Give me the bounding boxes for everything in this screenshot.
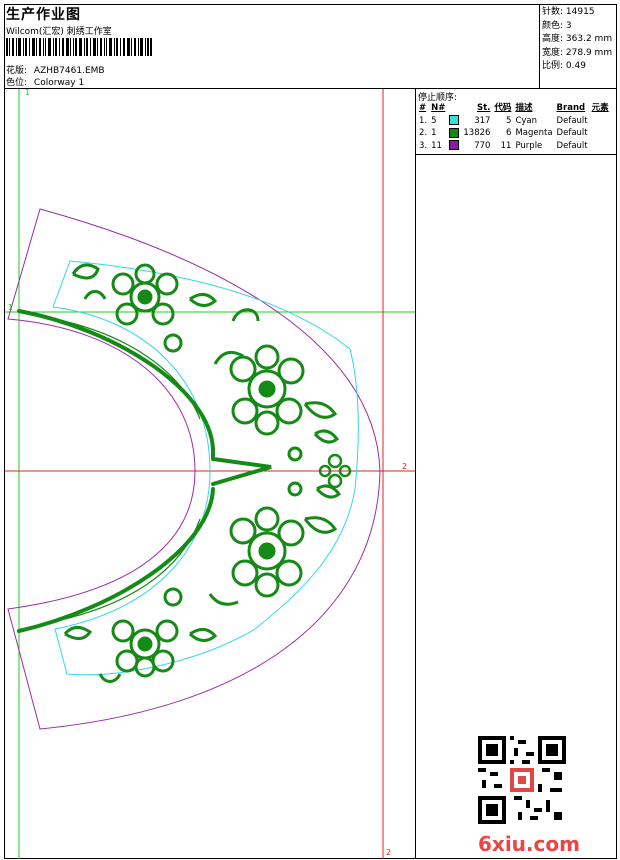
col-header: St.	[477, 103, 491, 113]
page-title: 生产作业图	[6, 7, 81, 23]
table-bottom-line	[415, 154, 617, 155]
color-swatch	[449, 115, 460, 125]
purple-cut-outline	[7, 208, 381, 730]
embroidery-flowers-upper	[71, 263, 340, 462]
stat-row: 比例: 0.49	[542, 61, 586, 71]
marker-label: 2	[402, 462, 407, 471]
watermark-text: 6xiu.com	[478, 832, 580, 856]
col-header: Brand	[556, 103, 586, 113]
stop-sequence-table: # N# St. 代码 描述 Brand 元素 1. 5 317 5 Cyan …	[417, 102, 611, 152]
right-panel-divider	[415, 88, 416, 859]
table-row: 3. 11 770 11 Purple Default	[419, 140, 588, 151]
col-header: 描述	[515, 103, 533, 113]
cyan-placement-outline	[52, 260, 359, 676]
table-header-row: # N# St. 代码 描述 Brand 元素	[417, 102, 611, 115]
barcode-image	[6, 38, 152, 56]
color-swatch	[449, 140, 460, 150]
colorway-value: Colorway 1	[33, 78, 85, 88]
col-header: N#	[431, 103, 446, 113]
stats-divider	[539, 4, 540, 89]
table-row: 2. 1 13826 6 Magenta Default	[419, 127, 588, 138]
marker-label: 1	[25, 89, 30, 97]
colorway-info: 色位: Colorway 1	[6, 75, 84, 88]
stat-row: 颜色: 3	[542, 20, 572, 31]
embroidery-flowers-lower	[63, 481, 342, 683]
stat-row: 高度: 363.2 mm	[542, 34, 613, 44]
studio-subtitle: Wilcom(汇宏) 刺绣工作室	[6, 27, 112, 37]
table-row: 1. 5 317 5 Cyan Default	[419, 115, 588, 126]
marker-label: 2	[386, 848, 391, 857]
col-header: 元素	[591, 103, 609, 113]
colorway-label: 色位:	[6, 78, 28, 88]
col-header: #	[419, 103, 427, 113]
embroidery-canvas: 1 1 2 2	[5, 89, 415, 859]
stat-row: 宽度: 278.9 mm	[542, 47, 613, 58]
stat-row: 针数: 14915	[542, 7, 595, 17]
qr-code-image	[478, 736, 566, 824]
design-stats: 针数: 14915 颜色: 3 高度: 363.2 mm 宽度: 278.9 m…	[542, 6, 612, 74]
col-header: 代码	[494, 103, 512, 113]
color-swatch	[449, 127, 460, 138]
